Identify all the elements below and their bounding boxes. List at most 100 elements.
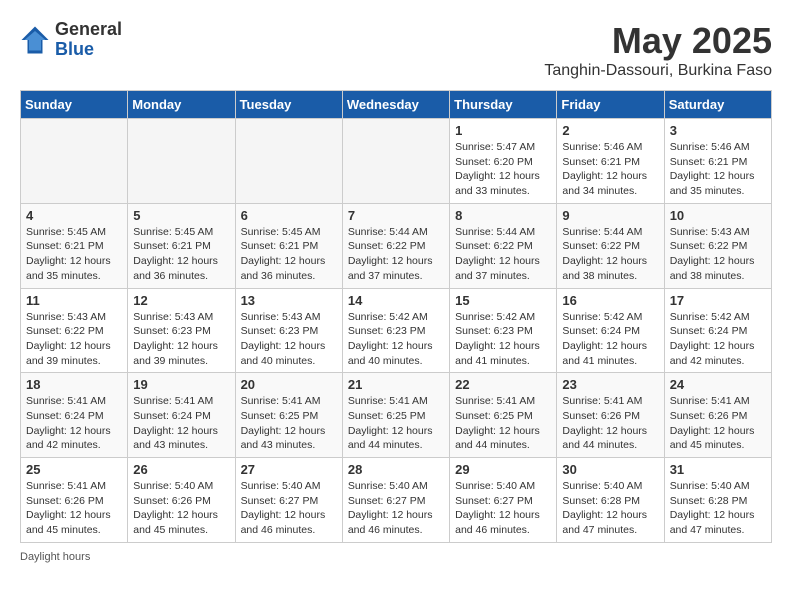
calendar-day-cell: 4 Sunrise: 5:45 AM Sunset: 6:21 PM Daylig… bbox=[21, 203, 128, 288]
day-of-week-header: Monday bbox=[128, 91, 235, 119]
day-number: 3 bbox=[670, 123, 766, 138]
calendar-week-row: 1 Sunrise: 5:47 AM Sunset: 6:20 PM Daylig… bbox=[21, 119, 772, 204]
month-title: May 2025 bbox=[544, 20, 772, 62]
day-info: Sunrise: 5:41 AM Sunset: 6:26 PM Dayligh… bbox=[26, 479, 122, 538]
day-number: 20 bbox=[241, 377, 337, 392]
day-number: 30 bbox=[562, 462, 658, 477]
calendar-day-cell: 9Sunrise: 5:44 AM Sunset: 6:22 PM Daylig… bbox=[557, 203, 664, 288]
day-info: Sunrise: 5:42 AM Sunset: 6:24 PM Dayligh… bbox=[670, 310, 766, 369]
calendar-week-row: 18 Sunrise: 5:41 AM Sunset: 6:24 PM Dayli… bbox=[21, 373, 772, 458]
footer: Daylight hours bbox=[20, 551, 772, 563]
day-info: Sunrise: 5:42 AM Sunset: 6:24 PM Dayligh… bbox=[562, 310, 658, 369]
day-info: Sunrise: 5:41 AM Sunset: 6:26 PM Dayligh… bbox=[670, 394, 766, 453]
day-info: Sunrise: 5:44 AM Sunset: 6:22 PM Dayligh… bbox=[348, 225, 444, 284]
day-of-week-header: Friday bbox=[557, 91, 664, 119]
calendar-day-cell: 5Sunrise: 5:45 AM Sunset: 6:21 PM Daylig… bbox=[128, 203, 235, 288]
day-number: 26 bbox=[133, 462, 229, 477]
calendar-day-cell: 25 Sunrise: 5:41 AM Sunset: 6:26 PM Dayli… bbox=[21, 458, 128, 543]
calendar-day-cell: 14Sunrise: 5:42 AM Sunset: 6:23 PM Dayli… bbox=[342, 288, 449, 373]
day-number: 4 bbox=[26, 208, 122, 223]
calendar-day-cell: 1 Sunrise: 5:47 AM Sunset: 6:20 PM Daylig… bbox=[450, 119, 557, 204]
calendar-day-cell bbox=[128, 119, 235, 204]
day-number: 23 bbox=[562, 377, 658, 392]
day-info: Sunrise: 5:40 AM Sunset: 6:28 PM Dayligh… bbox=[562, 479, 658, 538]
day-number: 25 bbox=[26, 462, 122, 477]
calendar-day-cell: 18 Sunrise: 5:41 AM Sunset: 6:24 PM Dayli… bbox=[21, 373, 128, 458]
calendar-header: SundayMondayTuesdayWednesdayThursdayFrid… bbox=[21, 91, 772, 119]
calendar-day-cell: 20Sunrise: 5:41 AM Sunset: 6:25 PM Dayli… bbox=[235, 373, 342, 458]
calendar-day-cell: 16 Sunrise: 5:42 AM Sunset: 6:24 PM Dayli… bbox=[557, 288, 664, 373]
day-number: 10 bbox=[670, 208, 766, 223]
day-number: 21 bbox=[348, 377, 444, 392]
calendar-day-cell bbox=[235, 119, 342, 204]
calendar-week-row: 25 Sunrise: 5:41 AM Sunset: 6:26 PM Dayli… bbox=[21, 458, 772, 543]
day-number: 22 bbox=[455, 377, 551, 392]
day-number: 27 bbox=[241, 462, 337, 477]
calendar-day-cell: 29 Sunrise: 5:40 AM Sunset: 6:27 PM Dayli… bbox=[450, 458, 557, 543]
calendar-day-cell: 3 Sunrise: 5:46 AM Sunset: 6:21 PM Daylig… bbox=[664, 119, 771, 204]
day-of-week-header: Tuesday bbox=[235, 91, 342, 119]
day-info: Sunrise: 5:45 AM Sunset: 6:21 PM Dayligh… bbox=[133, 225, 229, 284]
calendar-day-cell: 31Sunrise: 5:40 AM Sunset: 6:28 PM Dayli… bbox=[664, 458, 771, 543]
day-number: 31 bbox=[670, 462, 766, 477]
day-info: Sunrise: 5:46 AM Sunset: 6:21 PM Dayligh… bbox=[670, 140, 766, 199]
day-info: Sunrise: 5:44 AM Sunset: 6:22 PM Dayligh… bbox=[562, 225, 658, 284]
day-of-week-header: Wednesday bbox=[342, 91, 449, 119]
day-number: 2 bbox=[562, 123, 658, 138]
day-number: 18 bbox=[26, 377, 122, 392]
day-number: 28 bbox=[348, 462, 444, 477]
day-info: Sunrise: 5:45 AM Sunset: 6:21 PM Dayligh… bbox=[26, 225, 122, 284]
day-info: Sunrise: 5:43 AM Sunset: 6:23 PM Dayligh… bbox=[241, 310, 337, 369]
calendar-day-cell: 28 Sunrise: 5:40 AM Sunset: 6:27 PM Dayli… bbox=[342, 458, 449, 543]
day-number: 8 bbox=[455, 208, 551, 223]
day-number: 29 bbox=[455, 462, 551, 477]
day-of-week-header: Sunday bbox=[21, 91, 128, 119]
day-info: Sunrise: 5:47 AM Sunset: 6:20 PM Dayligh… bbox=[455, 140, 551, 199]
calendar-day-cell: 23 Sunrise: 5:41 AM Sunset: 6:26 PM Dayli… bbox=[557, 373, 664, 458]
calendar-day-cell: 27 Sunrise: 5:40 AM Sunset: 6:27 PM Dayli… bbox=[235, 458, 342, 543]
day-info: Sunrise: 5:42 AM Sunset: 6:23 PM Dayligh… bbox=[455, 310, 551, 369]
day-info: Sunrise: 5:40 AM Sunset: 6:27 PM Dayligh… bbox=[348, 479, 444, 538]
day-info: Sunrise: 5:41 AM Sunset: 6:25 PM Dayligh… bbox=[455, 394, 551, 453]
calendar-day-cell: 26Sunrise: 5:40 AM Sunset: 6:26 PM Dayli… bbox=[128, 458, 235, 543]
logo-blue-text: Blue bbox=[55, 40, 122, 60]
daylight-hours-label: Daylight hours bbox=[20, 551, 90, 563]
calendar-day-cell: 21Sunrise: 5:41 AM Sunset: 6:25 PM Dayli… bbox=[342, 373, 449, 458]
day-number: 6 bbox=[241, 208, 337, 223]
calendar-day-cell: 24 Sunrise: 5:41 AM Sunset: 6:26 PM Dayli… bbox=[664, 373, 771, 458]
day-info: Sunrise: 5:45 AM Sunset: 6:21 PM Dayligh… bbox=[241, 225, 337, 284]
day-number: 24 bbox=[670, 377, 766, 392]
day-info: Sunrise: 5:41 AM Sunset: 6:26 PM Dayligh… bbox=[562, 394, 658, 453]
day-number: 17 bbox=[670, 293, 766, 308]
day-number: 1 bbox=[455, 123, 551, 138]
calendar-day-cell: 15 Sunrise: 5:42 AM Sunset: 6:23 PM Dayli… bbox=[450, 288, 557, 373]
day-info: Sunrise: 5:46 AM Sunset: 6:21 PM Dayligh… bbox=[562, 140, 658, 199]
page-header: General Blue May 2025 Tanghin-Dassouri, … bbox=[20, 20, 772, 80]
logo-icon bbox=[20, 25, 50, 55]
day-info: Sunrise: 5:44 AM Sunset: 6:22 PM Dayligh… bbox=[455, 225, 551, 284]
calendar-body: 1 Sunrise: 5:47 AM Sunset: 6:20 PM Daylig… bbox=[21, 119, 772, 543]
calendar-day-cell: 19Sunrise: 5:41 AM Sunset: 6:24 PM Dayli… bbox=[128, 373, 235, 458]
calendar-day-cell bbox=[21, 119, 128, 204]
day-number: 11 bbox=[26, 293, 122, 308]
day-info: Sunrise: 5:43 AM Sunset: 6:23 PM Dayligh… bbox=[133, 310, 229, 369]
calendar-day-cell: 7 Sunrise: 5:44 AM Sunset: 6:22 PM Daylig… bbox=[342, 203, 449, 288]
day-info: Sunrise: 5:40 AM Sunset: 6:27 PM Dayligh… bbox=[455, 479, 551, 538]
calendar-day-cell: 6 Sunrise: 5:45 AM Sunset: 6:21 PM Daylig… bbox=[235, 203, 342, 288]
calendar-day-cell: 11Sunrise: 5:43 AM Sunset: 6:22 PM Dayli… bbox=[21, 288, 128, 373]
header-row: SundayMondayTuesdayWednesdayThursdayFrid… bbox=[21, 91, 772, 119]
day-number: 15 bbox=[455, 293, 551, 308]
day-info: Sunrise: 5:40 AM Sunset: 6:27 PM Dayligh… bbox=[241, 479, 337, 538]
day-info: Sunrise: 5:41 AM Sunset: 6:24 PM Dayligh… bbox=[26, 394, 122, 453]
calendar-week-row: 4 Sunrise: 5:45 AM Sunset: 6:21 PM Daylig… bbox=[21, 203, 772, 288]
day-number: 7 bbox=[348, 208, 444, 223]
day-number: 16 bbox=[562, 293, 658, 308]
calendar-day-cell: 2 Sunrise: 5:46 AM Sunset: 6:21 PM Daylig… bbox=[557, 119, 664, 204]
logo-general-text: General bbox=[55, 20, 122, 40]
calendar-day-cell: 30 Sunrise: 5:40 AM Sunset: 6:28 PM Dayli… bbox=[557, 458, 664, 543]
location: Tanghin-Dassouri, Burkina Faso bbox=[544, 62, 772, 80]
calendar-table: SundayMondayTuesdayWednesdayThursdayFrid… bbox=[20, 90, 772, 543]
title-area: May 2025 Tanghin-Dassouri, Burkina Faso bbox=[544, 20, 772, 80]
calendar-week-row: 11Sunrise: 5:43 AM Sunset: 6:22 PM Dayli… bbox=[21, 288, 772, 373]
calendar-day-cell bbox=[342, 119, 449, 204]
